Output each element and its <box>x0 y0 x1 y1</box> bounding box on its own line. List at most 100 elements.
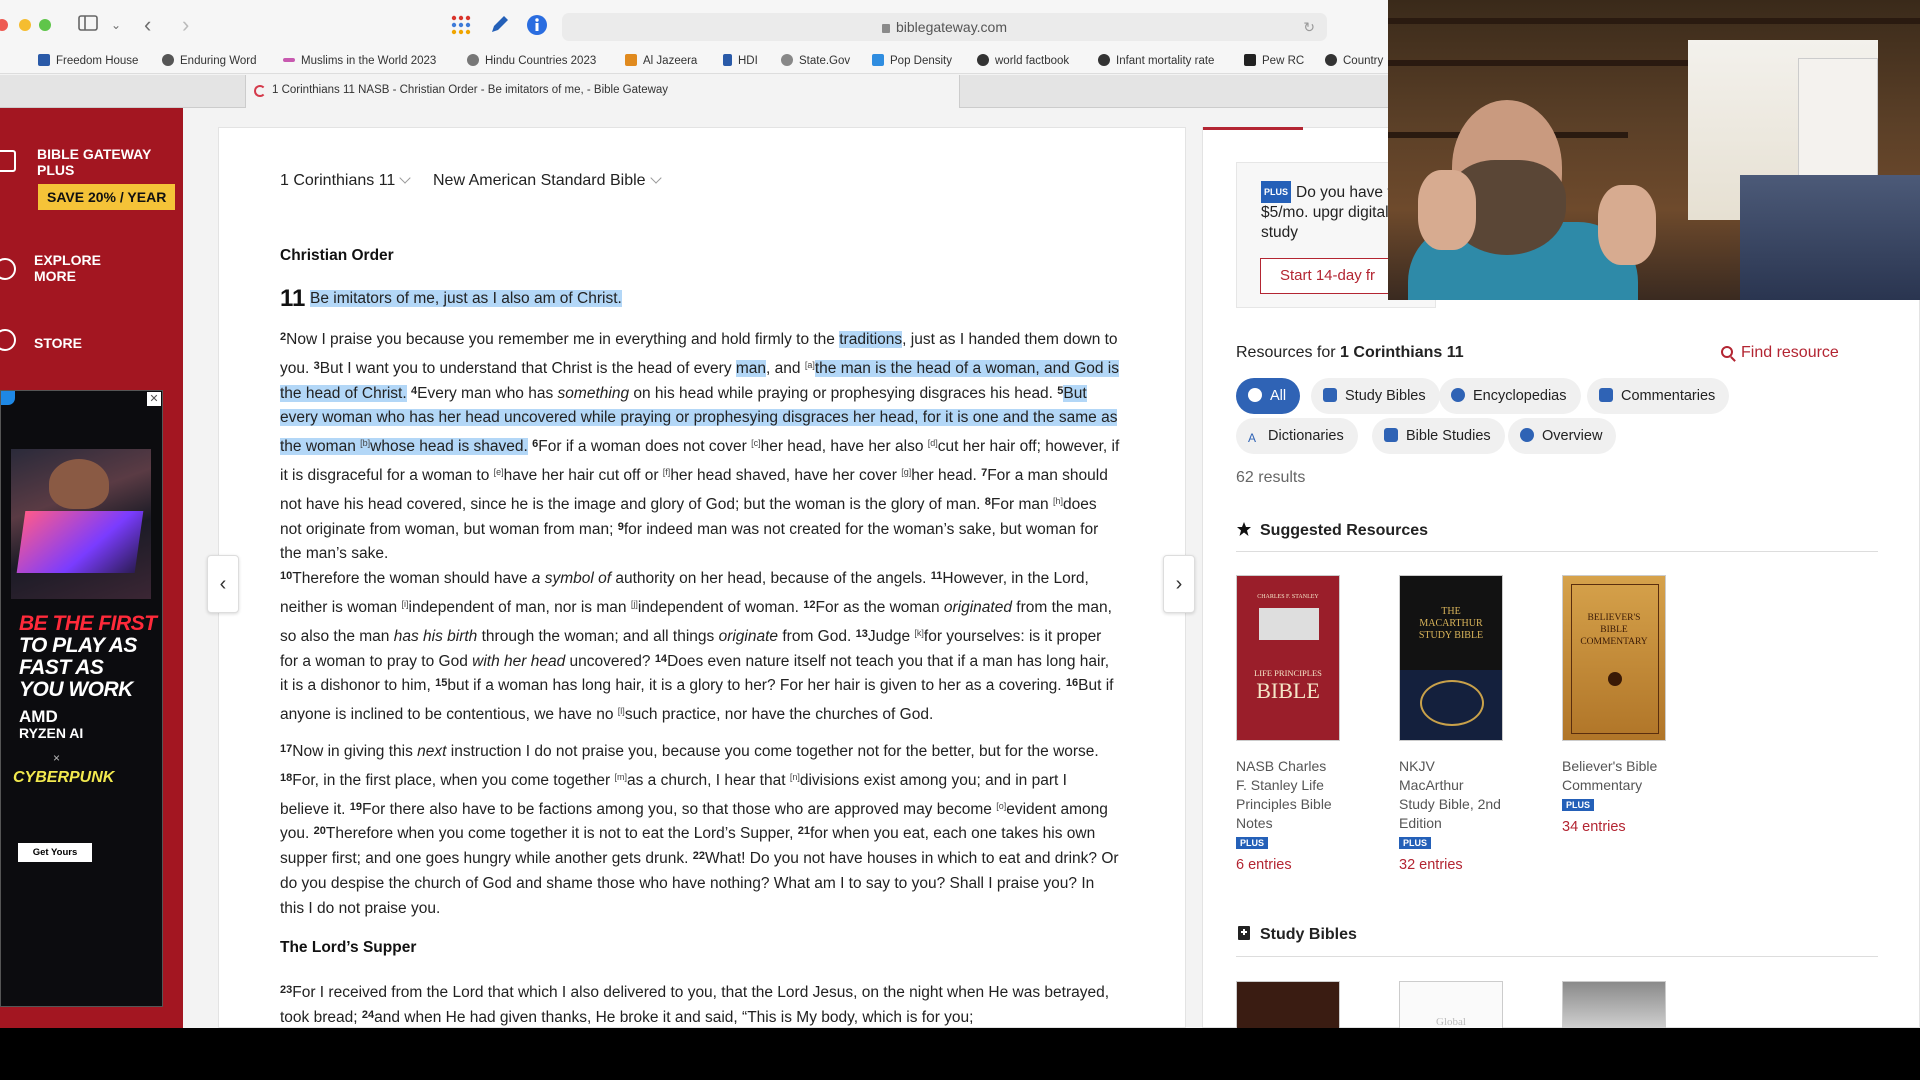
bookmark-freedom-house[interactable]: Freedom House <box>38 53 138 69</box>
book-cover: THE MACARTHUR STUDY BIBLE <box>1399 575 1503 741</box>
filter-all[interactable]: All <box>1236 378 1301 414</box>
ad-cta-button[interactable]: Get Yours <box>18 843 92 862</box>
pew-icon <box>1244 54 1256 66</box>
passage-selector[interactable]: 1 Corinthians 11 <box>280 172 411 190</box>
suggested-resources-heading: Suggested Resources <box>1236 521 1428 540</box>
section-heading: Christian Order <box>280 247 394 264</box>
shield-icon <box>977 54 989 66</box>
plus-logo-icon <box>0 150 16 172</box>
shield-icon <box>1098 54 1110 66</box>
passage-paragraph-2[interactable]: 17Now in giving this next instruction I … <box>280 740 1120 922</box>
room-poster <box>1798 58 1878 176</box>
map-icon <box>872 54 884 66</box>
lock-icon <box>881 24 890 33</box>
person-hand <box>1598 185 1656 265</box>
plus-badge: PLUS <box>1236 837 1269 849</box>
bookmark-pop-density[interactable]: Pop Density <box>872 53 952 69</box>
next-chapter-button[interactable]: › <box>1163 555 1195 613</box>
bookmark-enduring-word[interactable]: Enduring Word <box>162 53 257 69</box>
filter-dictionaries[interactable]: A Dictionaries <box>1236 418 1358 454</box>
version-selector[interactable]: New American Standard Bible <box>433 172 662 190</box>
book-icon <box>1323 388 1337 402</box>
search-icon <box>1721 346 1733 358</box>
entries-count: 34 entries <box>1562 819 1626 835</box>
shield-icon <box>1325 54 1337 66</box>
verse-1[interactable]: Be imitators of me, just as I also am of… <box>310 290 622 308</box>
tab-bible-gateway[interactable]: 1 Corinthians 11 NASB - Christian Order … <box>245 75 960 108</box>
ad-times: × <box>53 751 61 765</box>
divider <box>1236 551 1878 552</box>
book-believers[interactable]: BELIEVER'S BIBLE COMMENTARY Believer's B… <box>1562 575 1666 835</box>
person-hand <box>1418 170 1476 250</box>
cover-oval <box>1420 680 1484 726</box>
ad-brand-cyberpunk: CYBERPUNK <box>13 769 115 786</box>
ad-brand-amd: AMD RYZEN AI <box>19 707 84 741</box>
back-button[interactable]: ‹ <box>144 13 151 37</box>
bookmark-country[interactable]: Country <box>1325 53 1383 69</box>
close-window-button[interactable] <box>0 19 8 31</box>
pen-extension-icon[interactable] <box>488 14 510 36</box>
person-book-icon <box>1384 428 1398 442</box>
screen: ⌄ ‹ › biblegateway.com ↻ Freedom House E… <box>0 0 1920 1080</box>
passage-paragraph-3[interactable]: 23For I received from the Lord that whic… <box>280 981 1120 1028</box>
study-bible-cover-1[interactable] <box>1236 981 1340 1028</box>
bookmark-hdi[interactable]: HDI <box>723 53 758 69</box>
info-extension-icon[interactable] <box>526 14 548 36</box>
sidebar-toggle-icon[interactable] <box>78 13 98 37</box>
globe-icon <box>162 54 174 66</box>
forward-button[interactable]: › <box>182 13 189 37</box>
left-sidebar: BIBLE GATEWAY PLUS SAVE 20% / YEAR EXPLO… <box>0 108 183 1028</box>
chevron-down-icon[interactable]: ⌄ <box>111 13 121 37</box>
filter-commentaries[interactable]: Commentaries <box>1587 378 1730 414</box>
ad-image <box>11 449 151 599</box>
plus-badge: PLUS <box>1261 181 1292 203</box>
reload-icon[interactable]: ↻ <box>1303 13 1315 41</box>
book-macarthur[interactable]: THE MACARTHUR STUDY BIBLE NKJV MacArthur… <box>1399 575 1503 873</box>
star-icon <box>1237 522 1251 536</box>
book-cover: CHARLES F. STANLEY LIFE PRINCIPLES BIBLE <box>1236 575 1340 741</box>
bookmark-world-factbook[interactable]: world factbook <box>977 53 1069 69</box>
book-cover: BELIEVER'S BIBLE COMMENTARY <box>1562 575 1666 741</box>
comment-icon <box>1599 388 1613 402</box>
save-badge[interactable]: SAVE 20% / YEAR <box>38 184 176 210</box>
find-resource-link[interactable]: Find resource <box>1721 344 1839 362</box>
zoom-window-button[interactable] <box>39 19 51 31</box>
webcam-overlay <box>1388 0 1920 300</box>
minimize-window-button[interactable] <box>19 19 31 31</box>
ad-headline: BE THE FIRST TO PLAY AS FAST AS YOU WORK <box>19 612 157 701</box>
explore-label: EXPLORE MORE <box>34 252 101 284</box>
filter-bible-studies[interactable]: Bible Studies <box>1372 418 1505 454</box>
filter-study-bibles[interactable]: Study Bibles <box>1311 378 1440 414</box>
apps-grid-icon[interactable] <box>450 14 472 36</box>
bookmark-muslims-world[interactable]: Muslims in the World 2023 <box>283 53 436 69</box>
divider <box>1236 956 1878 957</box>
bookmark-state-gov[interactable]: State.Gov <box>781 53 850 69</box>
bookmark-al-jazeera[interactable]: Al Jazeera <box>625 53 697 69</box>
panel-top-accent <box>1203 127 1303 130</box>
room-bed <box>1740 175 1920 300</box>
adchoices-icon[interactable] <box>1 391 15 405</box>
compass-icon <box>0 258 16 280</box>
previous-chapter-button[interactable]: ‹ <box>207 555 239 613</box>
results-count: 62 results <box>1236 469 1306 486</box>
study-bible-cover-2[interactable]: Global <box>1399 981 1503 1028</box>
filter-overview[interactable]: Overview <box>1508 418 1617 454</box>
flag-icon <box>38 54 50 66</box>
store-icon <box>0 329 16 351</box>
book-stanley[interactable]: CHARLES F. STANLEY LIFE PRINCIPLES BIBLE… <box>1236 575 1340 873</box>
passage-paragraph-1[interactable]: 2Now I praise you because you remember m… <box>280 328 1120 728</box>
address-bar[interactable]: biblegateway.com ↻ <box>562 13 1327 41</box>
loading-icon <box>254 85 266 97</box>
tab-title: 1 Corinthians 11 NASB - Christian Order … <box>272 84 669 96</box>
bookmark-hindu-countries[interactable]: Hindu Countries 2023 <box>467 53 596 69</box>
advertisement[interactable]: ✕ BE THE FIRST TO PLAY AS FAST AS YOU WO… <box>0 390 163 1007</box>
bookmark-infant-mortality[interactable]: Infant mortality rate <box>1098 53 1214 69</box>
close-icon[interactable]: ✕ <box>147 392 161 406</box>
section-heading-2: The Lord’s Supper <box>280 939 417 956</box>
filter-encyclopedias[interactable]: Encyclopedias <box>1439 378 1581 414</box>
chevron-down-icon <box>649 172 662 184</box>
url-text: biblegateway.com <box>895 19 1008 35</box>
plus-title: BIBLE GATEWAY PLUS <box>37 146 152 178</box>
study-bible-cover-3[interactable] <box>1562 981 1666 1028</box>
bookmark-pew-rc[interactable]: Pew RC <box>1244 53 1304 69</box>
